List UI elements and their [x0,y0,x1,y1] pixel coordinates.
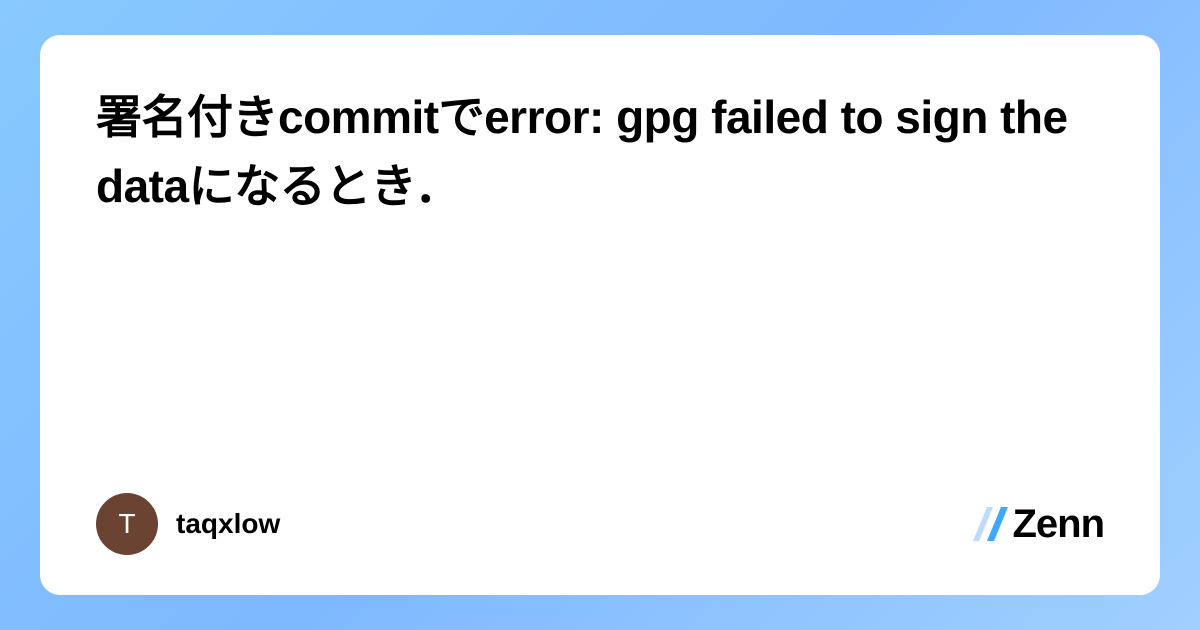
card-footer: T taqxlow Zenn [96,493,1104,555]
username: taqxlow [176,508,280,540]
avatar-initial: T [118,508,135,540]
author-block: T taqxlow [96,493,280,555]
article-card: 署名付きcommitでerror: gpg failed to sign the… [40,35,1160,595]
avatar: T [96,493,158,555]
article-title: 署名付きcommitでerror: gpg failed to sign the… [96,83,1104,221]
zenn-slash-icon [970,507,1008,541]
platform-logo: Zenn [970,502,1104,547]
platform-name: Zenn [1012,502,1104,547]
